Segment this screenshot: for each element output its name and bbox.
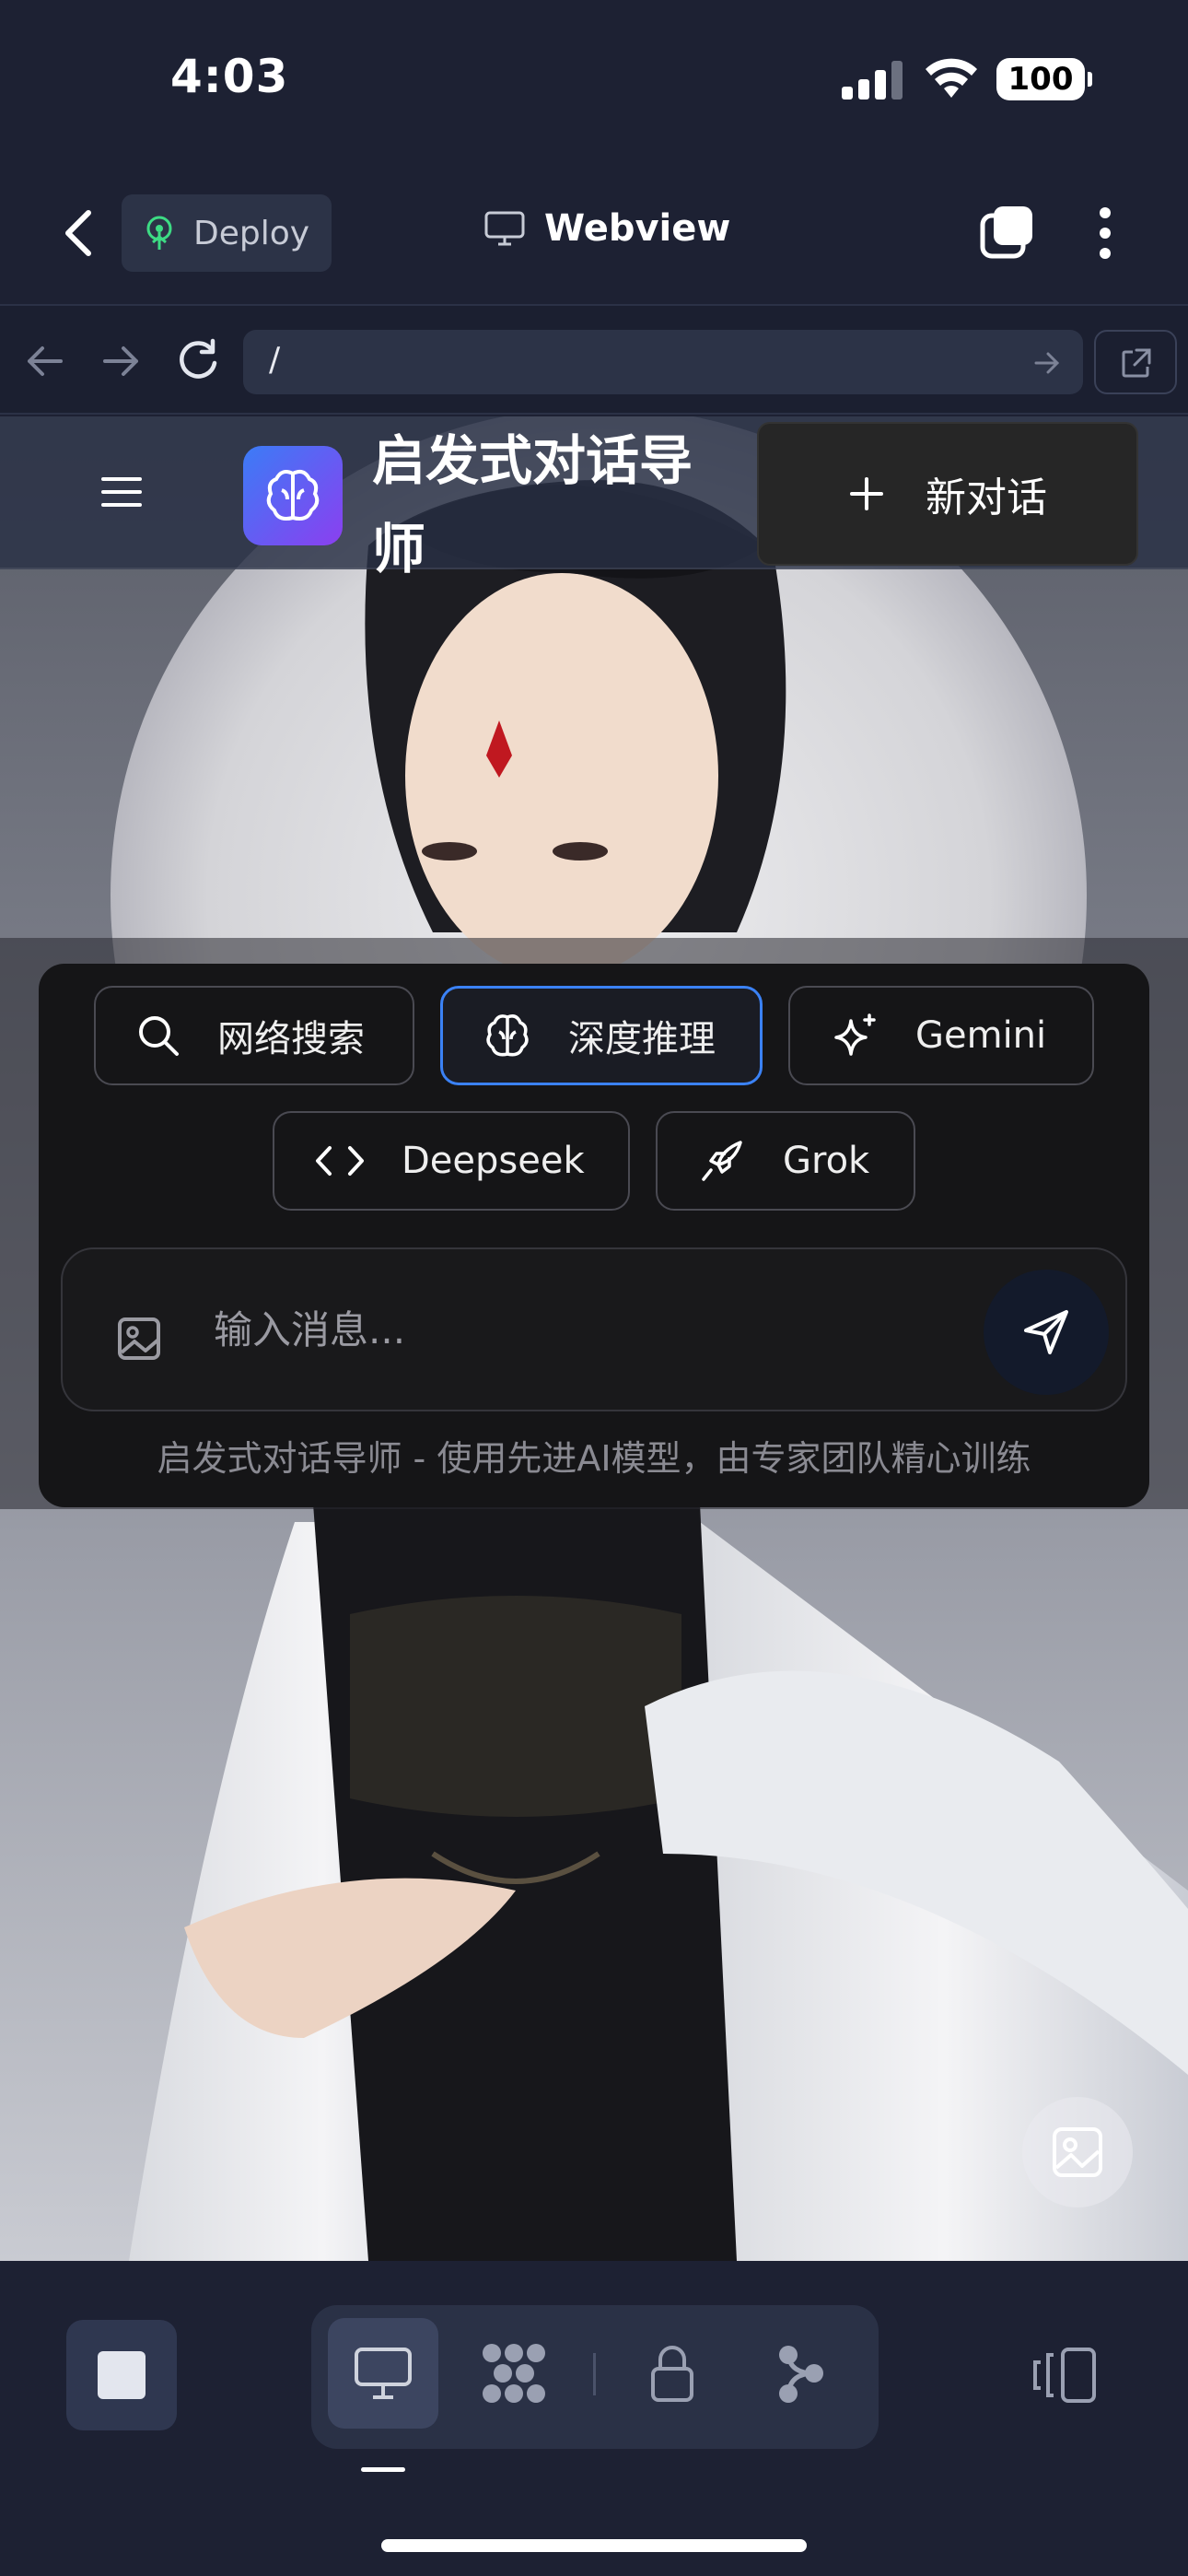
reload-icon[interactable] <box>175 337 221 383</box>
image-upload-icon[interactable] <box>116 1316 162 1362</box>
back-button[interactable] <box>57 207 101 259</box>
image-icon <box>1053 2127 1102 2177</box>
view-secrets[interactable] <box>617 2318 728 2429</box>
message-input-box[interactable]: 输入消息... <box>61 1247 1127 1411</box>
site-title: 启发式对话导师 <box>372 429 693 580</box>
view-webview[interactable] <box>328 2318 438 2429</box>
panel-footer-text: 启发式对话导师 - 使用先进AI模型，由专家团队精心训练 <box>157 1438 1031 1479</box>
site-header: 启发式对话导师 新对话 <box>0 416 1188 580</box>
home-indicator <box>381 2539 807 2552</box>
app-header: Deploy Webview <box>0 161 1188 304</box>
search-icon <box>139 1016 179 1056</box>
tabs-icon[interactable] <box>979 203 1036 260</box>
branch-icon <box>779 2346 823 2403</box>
url-bar[interactable]: / <box>243 330 1083 394</box>
tool-gemini[interactable]: Gemini <box>788 986 1094 1085</box>
background-image-button[interactable] <box>1022 2097 1133 2207</box>
tool-deepseek[interactable]: Deepseek <box>273 1111 630 1211</box>
deploy-label: Deploy <box>193 214 310 252</box>
tool-label: Grok <box>783 1140 870 1182</box>
signal-icon <box>842 61 903 100</box>
browser-nav-bar: / <box>0 304 1188 415</box>
tool-label: 网络搜索 <box>217 1018 365 1060</box>
status-bar: 4:03 100 <box>0 0 1188 161</box>
browser-back-icon[interactable] <box>24 343 66 380</box>
more-options-icon[interactable] <box>1089 205 1122 261</box>
send-button[interactable] <box>984 1270 1109 1395</box>
plus-icon <box>850 477 883 510</box>
segment-divider <box>593 2353 596 2395</box>
webview-title: Webview <box>483 207 730 250</box>
lock-icon <box>651 2346 693 2402</box>
brain-icon <box>266 470 320 521</box>
brain-icon <box>486 1014 529 1057</box>
tool-label: Gemini <box>915 1014 1047 1057</box>
deploy-icon <box>146 216 172 250</box>
stop-icon <box>98 2351 146 2399</box>
open-external-button[interactable] <box>1094 330 1177 394</box>
new-chat-label: 新对话 <box>926 474 1047 521</box>
tool-label: Deepseek <box>402 1140 585 1182</box>
tool-label: 深度推理 <box>568 1018 716 1060</box>
sparkle-icon <box>834 1013 876 1056</box>
battery-indicator: 100 <box>996 58 1092 100</box>
message-input[interactable]: 输入消息... <box>214 1299 405 1355</box>
deploy-button[interactable]: Deploy <box>122 194 332 272</box>
stop-button[interactable] <box>66 2320 177 2430</box>
view-switcher <box>311 2305 879 2449</box>
browser-forward-icon[interactable] <box>99 343 142 380</box>
code-icon <box>316 1146 364 1176</box>
tool-grok[interactable]: Grok <box>656 1111 915 1211</box>
monitor-icon <box>484 211 525 246</box>
new-chat-button[interactable]: 新对话 <box>757 422 1138 566</box>
external-link-icon <box>1122 348 1151 378</box>
tool-deep-reasoning[interactable]: 深度推理 <box>440 986 763 1085</box>
view-git[interactable] <box>746 2318 856 2429</box>
status-time: 4:03 <box>170 50 289 103</box>
hamburger-menu-icon[interactable] <box>101 475 142 509</box>
tool-web-search[interactable]: 网络搜索 <box>94 986 414 1085</box>
grid-icon <box>483 2344 545 2403</box>
webview-content: 启发式对话导师 新对话 网络搜索 深度推理 Gemini Deepseek Gr… <box>0 416 1188 2261</box>
view-apps[interactable] <box>459 2318 569 2429</box>
send-icon <box>1024 1310 1068 1354</box>
layout-toggle-icon[interactable] <box>1031 2346 1098 2405</box>
rocket-icon <box>702 1141 742 1181</box>
url-text: / <box>269 341 281 379</box>
wifi-icon <box>926 58 977 98</box>
webview-title-label: Webview <box>544 207 731 250</box>
active-view-indicator <box>361 2467 405 2472</box>
app-logo <box>243 446 343 545</box>
go-arrow-icon[interactable] <box>1033 350 1061 376</box>
monitor-icon <box>355 2348 412 2399</box>
bottom-toolbar <box>0 2261 1188 2576</box>
